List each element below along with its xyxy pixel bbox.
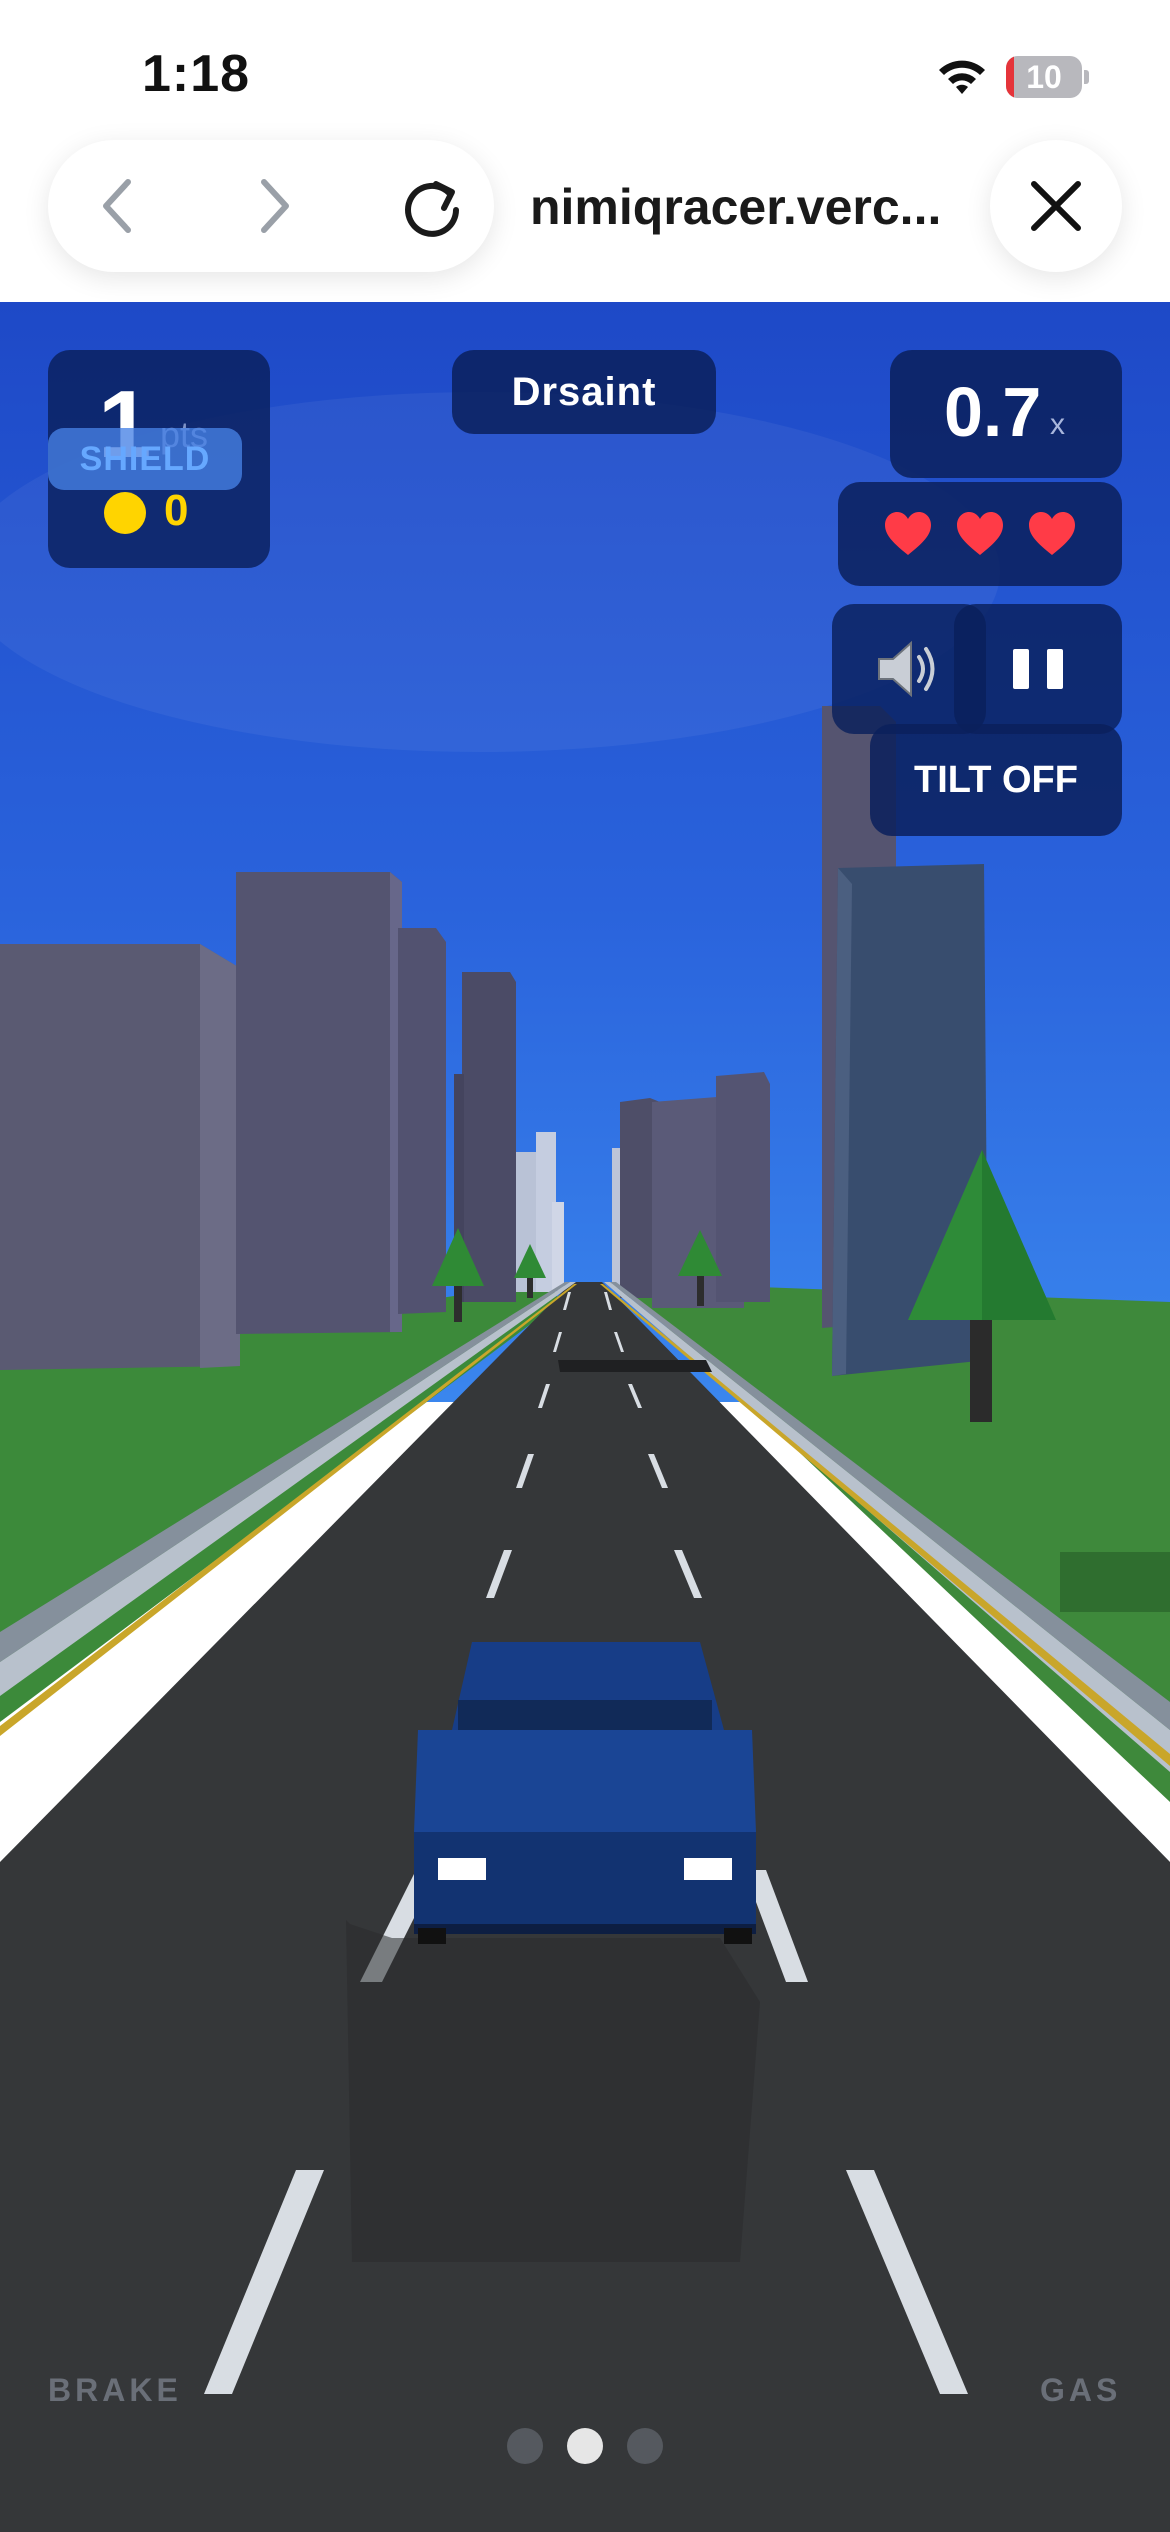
coin-count: 0 <box>164 486 189 535</box>
speed-multiplier-panel: 0.7 x <box>890 350 1122 478</box>
lives-panel <box>838 482 1122 586</box>
gas-control[interactable]: GAS <box>1040 2372 1121 2409</box>
heart-icon <box>957 512 1003 555</box>
page-dot[interactable] <box>507 2428 543 2464</box>
pause-button[interactable] <box>954 604 1122 734</box>
page-dot[interactable] <box>627 2428 663 2464</box>
reload-icon <box>405 181 459 237</box>
game-canvas[interactable]: 1 pts SHIELD 0 Drsaint 0.7 x TILT OFF BR… <box>0 302 1170 2532</box>
buildings-left <box>0 872 516 1370</box>
reload-button[interactable] <box>392 166 472 246</box>
heart-icon <box>1029 512 1075 555</box>
coin-icon <box>104 492 146 534</box>
back-button[interactable] <box>78 166 158 246</box>
speed-multiplier: 0.7 <box>944 373 1042 451</box>
battery-level: 10 <box>1026 59 1062 95</box>
page-dot[interactable] <box>567 2428 603 2464</box>
chevron-right-icon <box>261 179 289 233</box>
wifi-icon <box>939 60 985 94</box>
brake-control[interactable]: BRAKE <box>48 2372 182 2409</box>
browser-toolbar: nimiqracer.verc... <box>0 140 1170 302</box>
chevron-left-icon <box>103 179 131 233</box>
speaker-icon <box>878 640 935 698</box>
heart-icon <box>885 512 931 555</box>
close-icon <box>1031 181 1081 231</box>
battery-icon: 10 <box>1006 56 1089 98</box>
shield-badge: SHIELD <box>48 428 242 490</box>
score-panel: 1 pts SHIELD 0 <box>48 350 270 568</box>
status-time: 1:18 <box>142 45 251 103</box>
tilt-toggle-button[interactable]: TILT OFF <box>870 724 1122 836</box>
player-name: Drsaint <box>452 350 716 434</box>
navigation-pill <box>48 140 494 272</box>
forward-button[interactable] <box>234 166 314 246</box>
speed-unit: x <box>1050 408 1065 441</box>
pause-icon <box>1013 649 1029 689</box>
close-button[interactable] <box>990 140 1122 272</box>
page-indicator <box>500 2426 670 2466</box>
url-address[interactable]: nimiqracer.verc... <box>530 178 950 236</box>
status-bar: 1:18 10 <box>0 0 1170 140</box>
